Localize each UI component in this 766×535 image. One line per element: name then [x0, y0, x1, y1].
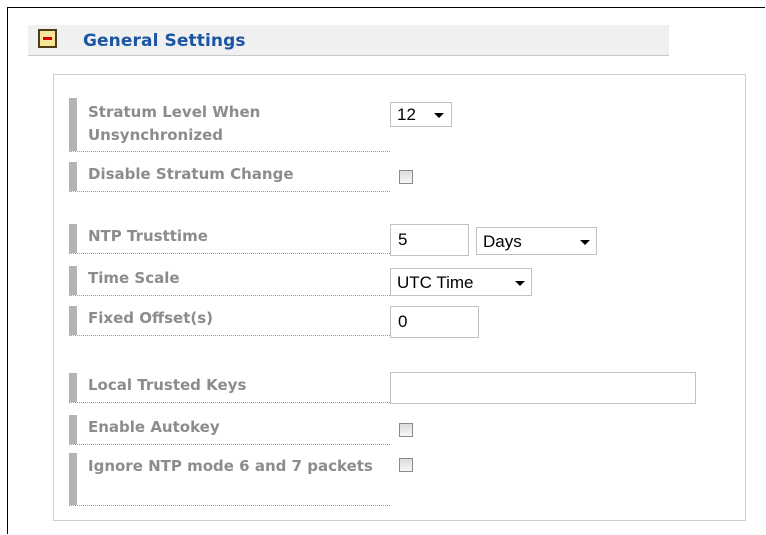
section-header: General Settings	[28, 25, 669, 56]
enable-autokey-row: Enable Autokey	[69, 415, 390, 445]
ntp-trusttime-unit-value: Days	[483, 232, 522, 251]
stratum-level-value: 12	[397, 105, 416, 124]
stratum-level-select[interactable]: 12	[390, 102, 452, 127]
disable-stratum-change-row: Disable Stratum Change	[69, 162, 390, 192]
local-trusted-keys-input[interactable]	[390, 372, 696, 404]
ntp-trusttime-row: NTP Trusttime	[69, 224, 390, 254]
row-marker	[69, 306, 77, 335]
ignore-ntp-mode-row: Ignore NTP mode 6 and 7 packets	[69, 453, 390, 506]
ntp-trusttime-input[interactable]	[390, 224, 469, 256]
section-title: General Settings	[83, 31, 246, 51]
time-scale-label: Time Scale	[88, 269, 180, 287]
row-marker	[69, 98, 77, 151]
row-marker	[69, 266, 77, 295]
disable-stratum-change-checkbox[interactable]	[399, 170, 413, 184]
chevron-down-icon	[434, 113, 444, 118]
minus-icon	[43, 37, 52, 40]
row-marker	[69, 415, 77, 444]
local-trusted-keys-row: Local Trusted Keys	[69, 373, 390, 403]
local-trusted-keys-label: Local Trusted Keys	[88, 376, 247, 394]
stratum-level-label: Stratum Level When Unsynchronized	[88, 103, 261, 144]
row-marker	[69, 162, 77, 191]
enable-autokey-label: Enable Autokey	[88, 418, 220, 436]
fixed-offset-input[interactable]	[390, 306, 479, 338]
collapse-button[interactable]	[38, 29, 57, 48]
ignore-ntp-mode-label: Ignore NTP mode 6 and 7 packets	[88, 457, 373, 475]
chevron-down-icon	[580, 240, 590, 245]
stratum-level-row: Stratum Level When Unsynchronized	[69, 98, 390, 152]
chevron-down-icon	[515, 281, 525, 286]
row-marker	[69, 453, 77, 505]
fixed-offset-label: Fixed Offset(s)	[88, 309, 214, 327]
ntp-trusttime-unit-select[interactable]: Days	[476, 227, 597, 255]
time-scale-value: UTC Time	[397, 273, 474, 292]
ignore-ntp-mode-checkbox[interactable]	[399, 458, 413, 472]
time-scale-row: Time Scale	[69, 266, 390, 296]
ntp-trusttime-label: NTP Trusttime	[88, 227, 208, 245]
disable-stratum-change-label: Disable Stratum Change	[88, 165, 294, 183]
time-scale-select[interactable]: UTC Time	[390, 268, 532, 296]
row-marker	[69, 224, 77, 253]
enable-autokey-checkbox[interactable]	[399, 423, 413, 437]
row-marker	[69, 373, 77, 402]
fixed-offset-row: Fixed Offset(s)	[69, 306, 390, 336]
